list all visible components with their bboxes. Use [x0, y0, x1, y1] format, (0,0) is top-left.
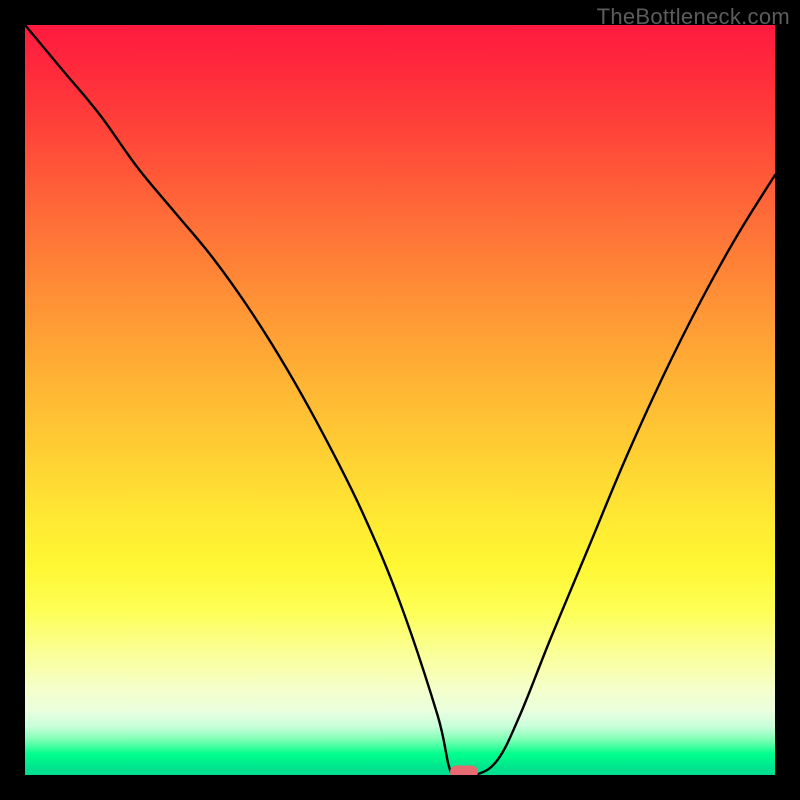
- bottleneck-point-marker: [450, 766, 478, 776]
- chart-frame: TheBottleneck.com: [0, 0, 800, 800]
- watermark-text: TheBottleneck.com: [597, 4, 790, 30]
- bottleneck-curve: [25, 25, 775, 775]
- plot-area: [25, 25, 775, 775]
